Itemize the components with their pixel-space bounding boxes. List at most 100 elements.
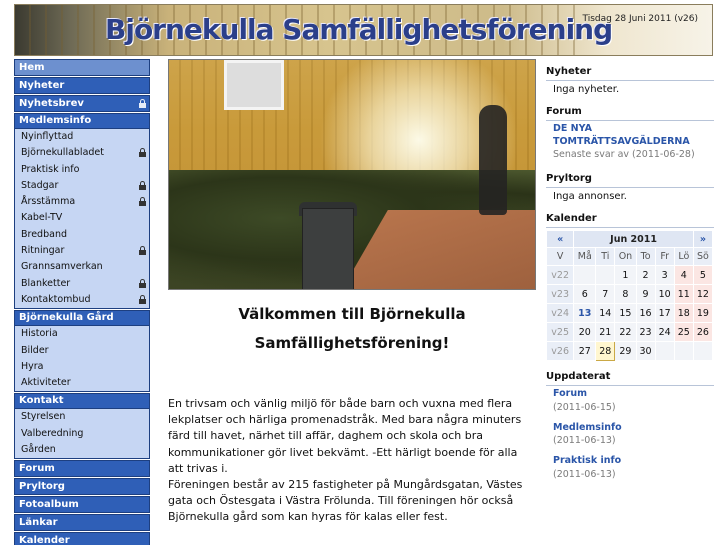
calendar-day[interactable]: 17 bbox=[654, 303, 675, 323]
nav-subitem-label: Ritningar bbox=[21, 245, 65, 257]
nav-group-medlemsinfo: Nyinflyttad Björnekullabladet Praktisk inf… bbox=[14, 129, 150, 310]
updated-link-forum[interactable]: Forum bbox=[546, 388, 714, 401]
nav-subitem-blanketter[interactable]: Blanketter bbox=[15, 276, 149, 292]
main-content: Välkommen till Björnekulla Samfällighets… bbox=[168, 59, 536, 526]
nav-subitem-ritningar[interactable]: Ritningar bbox=[15, 243, 149, 259]
photo-mailbox bbox=[302, 208, 354, 289]
site-title[interactable]: Björnekulla Samfällighetsförening bbox=[105, 13, 613, 46]
calendar-day[interactable]: 27 bbox=[573, 341, 597, 361]
welcome-heading: Välkommen till Björnekulla Samfällighets… bbox=[168, 300, 536, 358]
forum-latest-link[interactable]: DE NYA TOMTRÄTTSAVGÄLDERNA bbox=[546, 123, 714, 148]
calendar-day[interactable]: 26 bbox=[692, 322, 714, 342]
calendar-day[interactable]: 15 bbox=[614, 303, 637, 323]
nav-item-länkar[interactable]: Länkar bbox=[14, 514, 150, 532]
calendar-day[interactable]: 1 bbox=[614, 265, 637, 285]
calendar-day[interactable]: 25 bbox=[673, 322, 694, 342]
nav-item-nyhetsbrev[interactable]: Nyhetsbrev bbox=[14, 95, 150, 112]
calendar-day[interactable]: 30 bbox=[635, 341, 656, 361]
calendar-day[interactable]: 5 bbox=[692, 265, 714, 285]
calendar-day[interactable]: 13 bbox=[573, 303, 597, 323]
calendar-weekday-header: To bbox=[635, 247, 656, 266]
calendar-day[interactable]: 21 bbox=[595, 322, 616, 342]
nav-subitem-label: Kontaktombud bbox=[21, 293, 91, 305]
calendar-day[interactable]: 4 bbox=[673, 265, 694, 285]
calendar-month: Jun 2011 bbox=[573, 230, 694, 248]
calendar-weekday-header: V bbox=[545, 247, 575, 266]
calendar-day[interactable]: 11 bbox=[673, 284, 694, 304]
nav-item-forum[interactable]: Forum bbox=[14, 460, 150, 478]
updated-date: (2011-06-13) bbox=[553, 435, 616, 446]
nav-subitem-label: Historia bbox=[21, 328, 58, 340]
calendar-day[interactable]: 16 bbox=[635, 303, 656, 323]
calendar-day[interactable]: 29 bbox=[614, 341, 637, 361]
calendar-day[interactable]: 23 bbox=[635, 322, 656, 342]
nav-subitem-praktisk-info[interactable]: Praktisk info bbox=[15, 162, 149, 178]
forum-title: Forum bbox=[546, 106, 714, 121]
nav-subitem-björnekullabladet[interactable]: Björnekullabladet bbox=[15, 145, 149, 161]
nav-subitem-gården[interactable]: Gården bbox=[15, 442, 149, 458]
updated-date: (2011-06-15) bbox=[553, 401, 616, 413]
calendar-day[interactable]: 7 bbox=[595, 284, 616, 304]
calendar-empty-cell bbox=[673, 341, 694, 361]
nav-subitem-grannsamverkan[interactable]: Grannsamverkan bbox=[15, 259, 149, 275]
nav-item-label: Länkar bbox=[19, 517, 58, 529]
photo-window bbox=[224, 60, 284, 110]
intro-paragraph-2: Föreningen består av 215 fastigheter på … bbox=[168, 478, 523, 524]
calendar-day[interactable]: 14 bbox=[595, 303, 616, 323]
calendar-day[interactable]: 18 bbox=[673, 303, 694, 323]
nav-item-pryltorg[interactable]: Pryltorg bbox=[14, 478, 150, 496]
nav-section-medlemsinfo[interactable]: Medlemsinfo bbox=[14, 113, 150, 129]
calendar-day[interactable]: 8 bbox=[614, 284, 637, 304]
nav-section-kontakt[interactable]: Kontakt bbox=[14, 393, 150, 410]
nav-subitem-nyinflyttad[interactable]: Nyinflyttad bbox=[15, 129, 149, 145]
nav-item-fotoalbum[interactable]: Fotoalbum bbox=[14, 496, 150, 514]
lock-icon bbox=[139, 278, 146, 288]
nav-item-hem[interactable]: Hem bbox=[14, 59, 150, 76]
nav-item-kalender[interactable]: Kalender bbox=[14, 532, 150, 545]
nav-subitem-aktiviteter[interactable]: Aktiviteter bbox=[15, 375, 149, 391]
nav-subitem-label: Nyinflyttad bbox=[21, 131, 74, 142]
calendar-day[interactable]: 6 bbox=[573, 284, 597, 304]
nav-subitem-historia[interactable]: Historia bbox=[15, 326, 149, 342]
calendar-day[interactable]: 22 bbox=[614, 322, 637, 342]
hero-photo bbox=[168, 59, 536, 290]
calendar-day[interactable]: 3 bbox=[654, 265, 675, 285]
calendar-day[interactable]: 9 bbox=[635, 284, 656, 304]
updated-link-medlemsinfo[interactable]: Medlemsinfo bbox=[546, 422, 714, 435]
right-sidebar: Nyheter Inga nyheter. Forum DE NYA TOMTR… bbox=[545, 66, 714, 489]
welcome-line-1: Välkommen till Björnekulla bbox=[238, 305, 466, 323]
nav-subitem-styrelsen[interactable]: Styrelsen bbox=[15, 409, 149, 425]
calendar-day[interactable]: 28 bbox=[595, 341, 616, 361]
calendar-weekday-header: Lö bbox=[673, 247, 694, 266]
nav-item-label: Pryltorg bbox=[19, 481, 65, 493]
forum-latest-meta: Senaste svar av (2011-06-28) bbox=[553, 149, 695, 160]
nav-section-gard[interactable]: Björnekulla Gård bbox=[14, 310, 150, 327]
calendar-next-button[interactable]: » bbox=[692, 230, 714, 248]
calendar-day[interactable]: 20 bbox=[573, 322, 597, 342]
calendar-day[interactable]: 24 bbox=[654, 322, 675, 342]
calendar-day[interactable]: 10 bbox=[654, 284, 675, 304]
calendar-weekday-header: Ti bbox=[595, 247, 616, 266]
nav-subitem-bredband[interactable]: Bredband bbox=[15, 227, 149, 243]
updated-link-praktisk-info[interactable]: Praktisk info bbox=[546, 455, 714, 468]
nav-subitem-valberedning[interactable]: Valberedning bbox=[15, 426, 149, 442]
calendar-day[interactable]: 19 bbox=[692, 303, 714, 323]
nav-subitem-årsstämma[interactable]: Årsstämma bbox=[15, 194, 149, 210]
nav-subitem-kabel-tv[interactable]: Kabel-TV bbox=[15, 210, 149, 226]
calendar-prev-button[interactable]: « bbox=[545, 230, 575, 248]
nav-subitem-stadgar[interactable]: Stadgar bbox=[15, 178, 149, 194]
nav-subitem-hyra[interactable]: Hyra bbox=[15, 359, 149, 375]
lock-icon bbox=[139, 197, 146, 207]
calendar: « Jun 2011 » V Må Ti On To Fr Lö Sö v22 1 2 3 4 5 v23… bbox=[545, 230, 714, 361]
nav-item-label: Forum bbox=[19, 463, 55, 475]
nav-item-label: Nyhetsbrev bbox=[19, 98, 84, 109]
calendar-day[interactable]: 2 bbox=[635, 265, 656, 285]
nav-subitem-bilder[interactable]: Bilder bbox=[15, 343, 149, 359]
header-date: Tisdag 28 Juni 2011 (v26) bbox=[582, 14, 698, 24]
nav-subitem-kontaktombud[interactable]: Kontaktombud bbox=[15, 292, 149, 308]
pryltorg-title: Pryltorg bbox=[546, 173, 714, 188]
calendar-day[interactable]: 12 bbox=[692, 284, 714, 304]
nav-item-nyheter[interactable]: Nyheter bbox=[14, 77, 150, 94]
updated-date: (2011-06-13) bbox=[553, 468, 616, 480]
nav-subitem-label: Praktisk info bbox=[21, 163, 80, 175]
